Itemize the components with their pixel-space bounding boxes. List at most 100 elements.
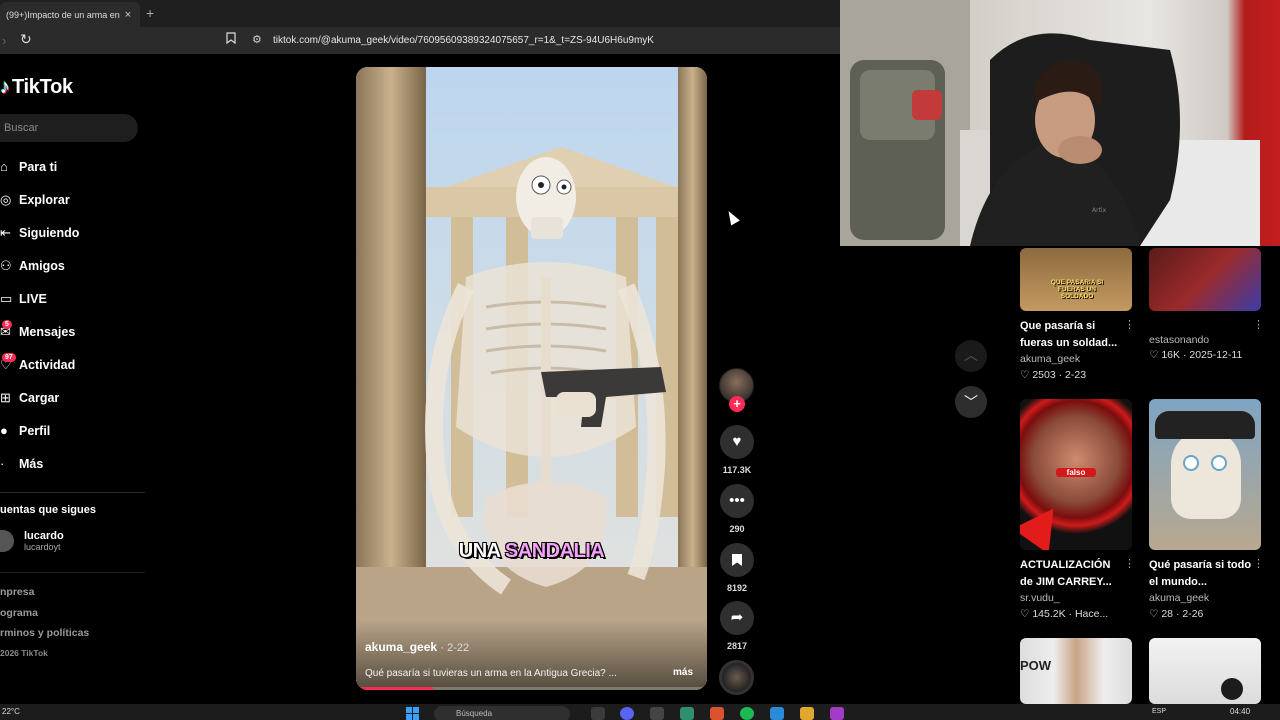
footer-link-empresa[interactable]: npresa xyxy=(0,586,89,607)
compass-icon: ◎ xyxy=(0,191,12,207)
related-video-stats: ♡ 16K · 2025-12-11 xyxy=(1149,349,1243,361)
svg-text:Artix: Artix xyxy=(1092,207,1107,214)
share-icon: ➦ xyxy=(730,609,744,626)
folder-icon[interactable] xyxy=(800,707,814,720)
related-video-title: Qué pasaría si todo el mundo... xyxy=(1149,559,1252,588)
browser-tab-bar: (99+)Impacto de un arma en × + xyxy=(0,0,840,27)
live-icon: ▭ xyxy=(0,290,13,306)
previous-video-button[interactable]: ︿ xyxy=(955,340,987,372)
copyright: 2026 TikTok xyxy=(0,647,48,658)
related-video-stats: ♡ 2503 · 2-23 xyxy=(1020,369,1087,381)
related-video-author: akuma_geek xyxy=(1149,592,1210,604)
search-input[interactable]: Buscar xyxy=(0,114,138,142)
video-thumbnail: falso xyxy=(1020,399,1132,550)
next-video-button[interactable]: ﹀ xyxy=(955,386,987,418)
more-options-icon[interactable]: ⋮ xyxy=(1124,557,1135,570)
mouse-cursor xyxy=(724,208,740,226)
related-video-stats: ♡ 145.2K · Hace... xyxy=(1020,608,1109,620)
heart-outline-icon: ♡ xyxy=(1149,608,1162,620)
windows-taskbar: 22°C Búsqueda ESP 04:40 xyxy=(0,704,1280,720)
video-progress-fill xyxy=(356,687,434,690)
account-name: lucardo xyxy=(24,530,64,542)
video-progress-bar[interactable] xyxy=(356,687,707,690)
activity-badge: 97 xyxy=(2,353,16,362)
comment-icon: ••• xyxy=(729,492,745,509)
more-link[interactable]: más xyxy=(673,667,693,678)
discord-icon[interactable] xyxy=(620,707,634,720)
more-options-icon[interactable]: ⋮ xyxy=(1253,318,1264,331)
more-options-icon[interactable]: ⋮ xyxy=(1253,557,1264,570)
sidebar-item-mas[interactable]: · Más xyxy=(0,447,140,480)
video-thumbnail xyxy=(1149,248,1261,311)
share-button[interactable]: ➦ xyxy=(720,601,754,635)
language-indicator[interactable]: ESP xyxy=(1152,708,1166,715)
save-button[interactable] xyxy=(720,543,754,577)
sidebar-item-cargar[interactable]: ⊞ Cargar xyxy=(0,381,140,414)
sidebar-divider xyxy=(0,492,145,493)
footer-link-terminos[interactable]: rminos y políticas xyxy=(0,627,89,648)
task-view-icon[interactable] xyxy=(591,707,605,720)
friends-icon: ⚇ xyxy=(0,257,12,273)
forward-icon[interactable]: › xyxy=(2,33,6,48)
brave-icon[interactable] xyxy=(710,707,724,720)
spotify-icon[interactable] xyxy=(740,707,754,720)
video-player[interactable]: UNA SANDALIA akuma_geek · 2-22 Qué pasar… xyxy=(356,67,707,690)
sidebar-item-amigos[interactable]: ⚇ Amigos xyxy=(0,249,140,282)
video-author[interactable]: akuma_geek · 2-22 xyxy=(365,640,469,654)
close-tab-icon[interactable]: × xyxy=(122,9,134,21)
app-icon[interactable] xyxy=(830,707,844,720)
sidebar-item-explorar[interactable]: ◎ Explorar xyxy=(0,183,140,216)
sidebar-item-live[interactable]: ▭ LIVE xyxy=(0,282,140,315)
follow-button[interactable]: + xyxy=(729,396,745,412)
sidebar-item-perfil[interactable]: ● Perfil xyxy=(0,414,140,447)
site-settings-icon[interactable]: ⚙ xyxy=(252,33,262,46)
like-count: 117.3K xyxy=(722,465,752,475)
new-tab-button[interactable]: + xyxy=(146,5,154,21)
more-options-icon[interactable]: ⋮ xyxy=(1124,318,1135,331)
following-account[interactable]: lucardo lucardoyt xyxy=(0,530,64,552)
sidebar-item-siguiendo[interactable]: ⇤ Siguiendo xyxy=(0,216,140,249)
upload-icon: ⊞ xyxy=(0,389,11,405)
app-icon[interactable] xyxy=(770,707,784,720)
tiktok-logo[interactable]: ♪ TikTok xyxy=(0,76,73,99)
browser-tab[interactable]: (99+)Impacto de un arma en × xyxy=(0,2,140,27)
webcam-image: Artix xyxy=(840,0,1260,246)
account-handle: lucardoyt xyxy=(24,542,61,552)
video-frame-image xyxy=(356,67,707,690)
related-video-author: akuma_geek xyxy=(1020,353,1081,365)
webcam-overlay: Artix xyxy=(840,0,1280,246)
sidebar-item-para-ti[interactable]: ⌂ Para ti xyxy=(0,150,140,183)
home-icon: ⌂ xyxy=(0,159,8,174)
like-button[interactable]: ♥ xyxy=(720,425,754,459)
comment-button[interactable]: ••• xyxy=(720,484,754,518)
sidebar-item-mensajes[interactable]: ✉ 5 Mensajes xyxy=(0,315,140,348)
clock[interactable]: 04:40 xyxy=(1230,707,1250,716)
related-video-author: sr.vudu_ xyxy=(1020,592,1060,604)
more-icon: · xyxy=(0,456,5,471)
weather-widget[interactable]: 22°C xyxy=(2,707,20,716)
heart-outline-icon: ♡ xyxy=(1020,608,1033,620)
music-disc-icon[interactable] xyxy=(719,660,754,695)
app-icon[interactable] xyxy=(650,707,664,720)
taskbar-search[interactable]: Búsqueda xyxy=(434,706,570,720)
start-button[interactable] xyxy=(406,707,420,720)
footer-link-programa[interactable]: ograma xyxy=(0,607,89,628)
sidebar-item-actividad[interactable]: ♡ 97 Actividad xyxy=(0,348,140,381)
video-thumbnail: POW xyxy=(1020,638,1132,704)
app-icon[interactable] xyxy=(680,707,694,720)
tiktok-note-icon: ♪ xyxy=(0,76,10,98)
sidebar-footer: npresa ograma rminos y políticas 2026 Ti… xyxy=(0,586,89,668)
video-info-gradient xyxy=(356,620,707,690)
messages-badge: 5 xyxy=(2,320,12,329)
share-count: 2817 xyxy=(726,641,748,651)
url-field[interactable]: tiktok.com/@akuma_geek/video/76095609389… xyxy=(273,35,654,46)
chevron-up-icon: ︿ xyxy=(964,347,978,363)
save-count: 8192 xyxy=(726,583,748,593)
video-thumbnail xyxy=(1149,399,1261,550)
bookmark-icon[interactable] xyxy=(226,32,236,47)
heart-icon: ♥ xyxy=(732,433,742,450)
avatar xyxy=(0,530,14,552)
reload-icon[interactable]: ↻ xyxy=(20,31,32,48)
related-video-title: ACTUALIZACIÓN de JIM CARREY... xyxy=(1020,559,1112,588)
video-date: · 2-22 xyxy=(440,642,470,654)
